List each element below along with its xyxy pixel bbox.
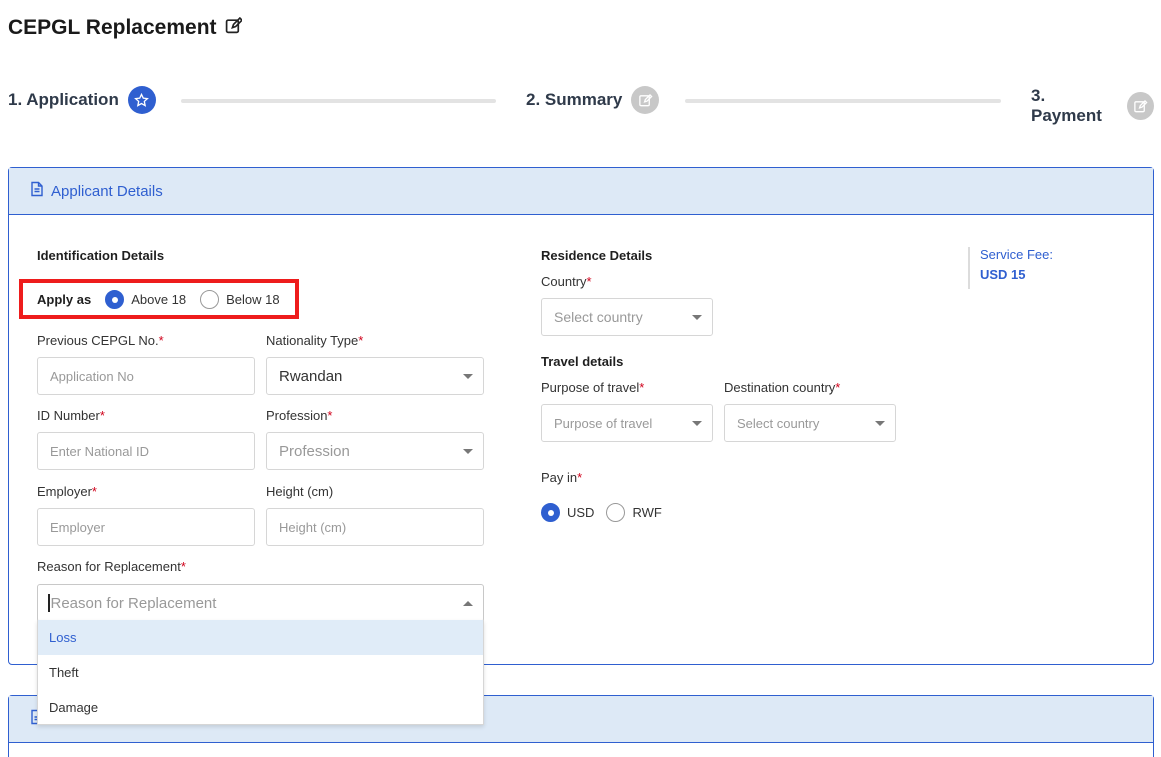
chevron-down-icon [692,421,702,426]
star-icon [127,86,156,114]
purpose-select[interactable]: Purpose of travel [541,404,713,442]
pay-in-group: USD RWF [541,503,662,522]
placeholder: Employer [50,519,105,535]
nationality-type-label: Nationality Type* [266,333,364,348]
radio-usd[interactable]: USD [541,503,594,522]
dropdown-option-loss[interactable]: Loss [38,620,483,655]
radio-label: RWF [632,505,662,520]
country-select[interactable]: Select country [541,298,713,336]
select-value: Rwandan [279,367,343,385]
label-text: Previous CEPGL No. [37,333,159,348]
placeholder: Application No [50,368,134,384]
select-placeholder: Select country [737,415,820,431]
profession-select[interactable]: Profession [266,432,484,470]
edit-icon [1126,92,1154,120]
page-title-text: CEPGL Replacement [8,16,217,39]
radio-label: USD [567,505,595,520]
card-header: Applicant Details [9,168,1153,215]
height-input[interactable]: Height (cm) [266,508,484,546]
edit-icon [631,86,660,114]
step-application[interactable]: 1. Application [8,86,156,114]
destination-select[interactable]: Select country [724,404,896,442]
label-text: Purpose of travel [541,380,640,395]
step-label: 3. Payment [1031,86,1102,125]
label-text: ID Number [37,408,100,423]
radio-rwf[interactable]: RWF [606,503,662,522]
label-text: Profession [266,408,328,423]
radio-dot-checked[interactable] [541,503,560,522]
pay-in-label: Pay in* [541,470,583,485]
label-text: Destination country [724,380,836,395]
travel-title: Travel details [541,354,624,369]
chevron-down-icon [692,315,702,320]
reason-select[interactable]: Reason for Replacement [37,584,484,622]
select-placeholder: Select country [554,309,643,325]
stepper: 1. Application 2. Summary 3. Payment [8,86,1154,125]
step-label: 1. Application [8,90,119,109]
service-fee-amount: USD 15 [980,267,1026,282]
select-placeholder: Purpose of travel [554,415,653,431]
label-text: Employer [37,484,92,499]
country-label: Country* [541,274,592,289]
select-placeholder: Reason for Replacement [50,594,217,612]
edit-title-icon[interactable] [225,16,243,40]
placeholder: Height (cm) [279,519,347,535]
select-placeholder: Profession [279,442,350,460]
employer-label: Employer* [37,484,97,499]
id-number-input[interactable]: Enter National ID [37,432,255,470]
step-label: 2. Summary [526,90,623,109]
dropdown-option-damage[interactable]: Damage [38,690,483,725]
reason-dropdown-menu: Loss Theft Damage [37,620,484,725]
chevron-down-icon [463,374,473,379]
identification-title: Identification Details [37,248,165,263]
service-fee: Service Fee: USD 15 [968,247,1053,289]
nationality-type-select[interactable]: Rwandan [266,357,484,395]
label-text: Country [541,274,587,289]
previous-cepgl-input[interactable]: Application No [37,357,255,395]
previous-cepgl-label: Previous CEPGL No.* [37,333,164,348]
document-icon [29,181,45,201]
page-title: CEPGL Replacement [8,16,243,40]
residence-title: Residence Details [541,248,653,263]
step-payment[interactable]: 3. Payment [1031,86,1154,126]
id-number-label: ID Number* [37,408,105,423]
dropdown-option-theft[interactable]: Theft [38,655,483,690]
label-text: Reason for Replacement [37,559,181,574]
placeholder: Enter National ID [50,443,149,459]
radio-dot[interactable] [606,503,626,522]
label-text: Height (cm) [266,484,334,499]
service-fee-label: Service Fee: [980,247,1053,262]
chevron-up-icon [463,601,473,606]
card-header-title: Applicant Details [51,182,163,200]
step-connector [685,99,1001,103]
chevron-down-icon [463,449,473,454]
chevron-down-icon [875,421,885,426]
destination-label: Destination country* [724,380,841,395]
profession-label: Profession* [266,408,333,423]
employer-input[interactable]: Employer [37,508,255,546]
label-text: Nationality Type [266,333,359,348]
text-cursor [48,594,50,612]
label-text: Pay in [541,470,578,485]
step-summary[interactable]: 2. Summary [526,86,660,114]
highlight-box [19,279,299,319]
purpose-label: Purpose of travel* [541,380,645,395]
step-connector [181,99,496,103]
height-label: Height (cm) [266,484,333,499]
reason-label: Reason for Replacement* [37,559,186,574]
